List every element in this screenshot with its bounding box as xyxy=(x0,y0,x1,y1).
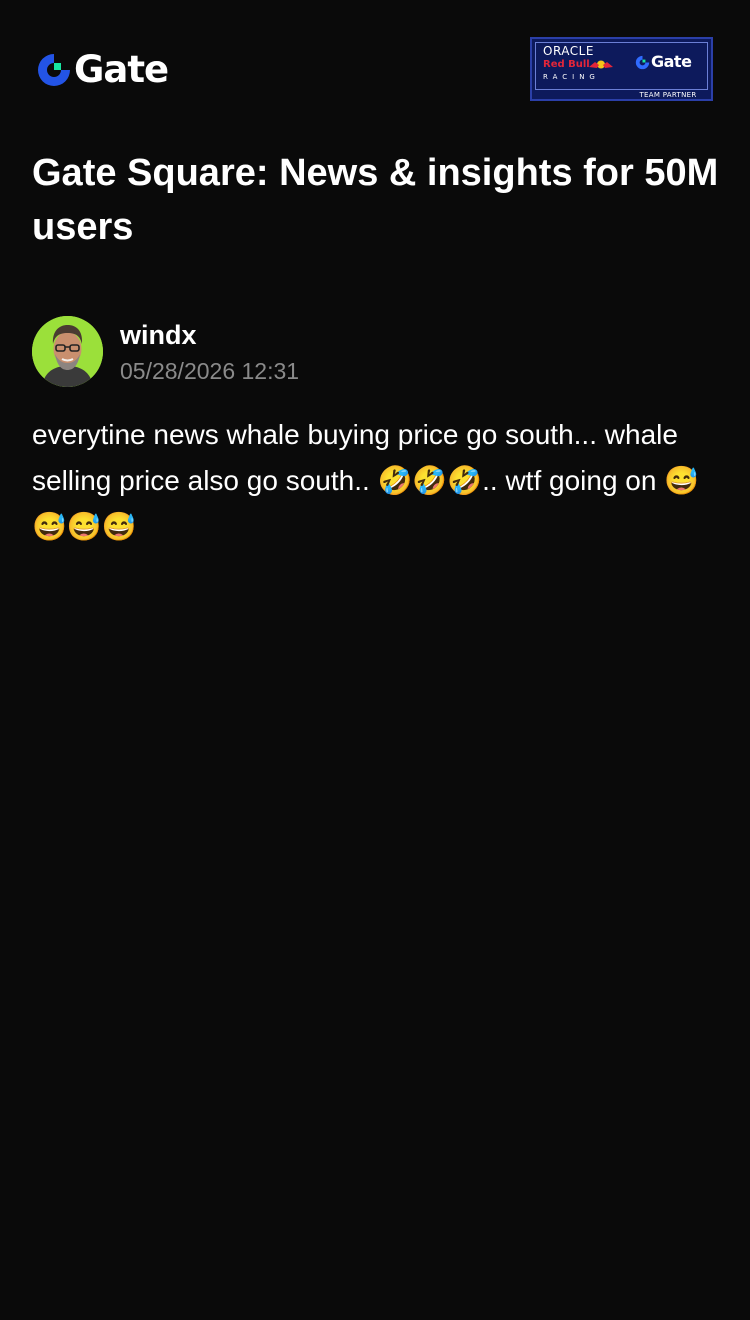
gate-logo-small-icon xyxy=(635,55,650,69)
post-timestamp: 05/28/2026 12:31 xyxy=(120,358,300,384)
page-title: Gate Square: News & insights for 50M use… xyxy=(32,152,719,248)
post-card: windx 05/28/2026 12:31 everytine news wh… xyxy=(32,316,718,542)
top-bar: Gate ORACLE Red Bull RACING Gate TEAM PA… xyxy=(0,0,750,130)
logo-wordmark: Gate xyxy=(74,48,169,91)
badge-oracle-text: ORACLE xyxy=(543,44,594,58)
team-partner-badge: ORACLE Red Bull RACING Gate TEAM PARTNER xyxy=(530,37,713,101)
author-name[interactable]: windx xyxy=(120,318,197,352)
badge-racing-text: RACING xyxy=(543,73,600,81)
badge-footer-text: TEAM PARTNER xyxy=(639,91,697,99)
avatar-portrait-icon xyxy=(32,316,103,387)
gate-logo[interactable]: Gate xyxy=(36,48,169,91)
badge-gate-text: Gate xyxy=(651,52,692,71)
badge-gate-logo: Gate xyxy=(635,52,692,71)
post-author-row: windx 05/28/2026 12:31 xyxy=(32,316,718,388)
bulls-icon xyxy=(589,60,613,69)
gate-logo-icon xyxy=(38,54,70,86)
user-avatar[interactable] xyxy=(32,316,103,387)
badge-redbull-text: Red Bull xyxy=(543,59,590,70)
post-body: everytine news whale buying price go sou… xyxy=(32,419,700,542)
